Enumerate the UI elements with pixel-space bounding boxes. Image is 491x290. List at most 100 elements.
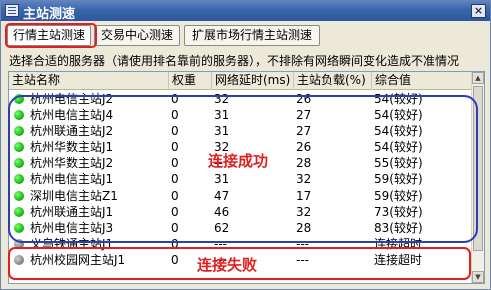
load-cell: 26 xyxy=(296,140,312,155)
status-green-icon xyxy=(14,190,24,201)
server-name-cell: 杭州电信主站J3 xyxy=(14,220,166,236)
window-icon xyxy=(5,4,19,17)
server-name: 杭州电信主站J1 xyxy=(30,172,114,187)
status-green-icon xyxy=(14,158,24,169)
weight-cell: 0 xyxy=(171,92,179,106)
title-bar: 主站测速 × xyxy=(1,1,490,22)
server-name-cell: 杭州华数主站J2 xyxy=(14,155,166,171)
scroll-down-arrow-icon[interactable]: ▼ xyxy=(472,271,484,283)
list-header: 主站名称 权重 网络延时(ms) 主站负载(%) 综合值 xyxy=(9,72,472,90)
rating-cell: 连接超时 xyxy=(374,236,423,251)
table-row[interactable]: 义乌铁通主站J1 0 --- --- 连接超时 xyxy=(9,236,472,252)
weight-cell: 0 xyxy=(171,140,179,155)
status-green-icon xyxy=(14,94,24,104)
delay-cell: 32 xyxy=(214,92,230,106)
table-row[interactable]: 杭州联通主站J2 0 31 27 54(较好) xyxy=(9,123,472,139)
column-header-rating[interactable]: 综合值 xyxy=(372,72,472,90)
server-name: 杭州校园网主站J1 xyxy=(30,252,126,267)
server-name-cell: 深圳电信主站Z1 xyxy=(14,188,166,204)
status-green-icon xyxy=(14,206,24,217)
rating-cell: 54(较好) xyxy=(374,140,423,155)
table-row[interactable]: 杭州联通主站J1 0 46 32 73(较好) xyxy=(9,204,472,220)
weight-cell: 0 xyxy=(171,108,179,123)
server-name-cell: 杭州联通主站J1 xyxy=(14,204,166,220)
column-header-delay[interactable]: 网络延时(ms) xyxy=(212,72,294,90)
rating-cell: 54(较好) xyxy=(374,108,423,123)
load-cell: 27 xyxy=(296,124,312,139)
table-row[interactable]: 杭州电信主站J2 0 32 26 54(较好) xyxy=(9,91,472,107)
column-header-load[interactable]: 主站负载(%) xyxy=(294,72,372,90)
status-green-icon xyxy=(14,110,24,121)
table-row[interactable]: 杭州电信主站J3 0 62 28 83(较好) xyxy=(9,220,472,236)
window-title: 主站测速 xyxy=(23,7,76,22)
load-cell: --- xyxy=(296,236,309,251)
load-cell: 32 xyxy=(296,204,312,219)
scrollbar-thumb[interactable] xyxy=(473,86,483,251)
speed-test-window: 主站测速 × 行情主站测速 交易中心测速 扩展市场行情主站测速 选择合适的服务器… xyxy=(0,0,491,290)
delay-cell: --- xyxy=(214,236,227,251)
delay-cell: 31 xyxy=(214,172,230,187)
delay-cell: 31 xyxy=(214,108,230,123)
status-green-icon xyxy=(14,142,24,153)
server-name-cell: 杭州联通主站J2 xyxy=(14,123,166,139)
tab-trading-center-speed[interactable]: 交易中心测速 xyxy=(94,25,180,46)
scroll-up-arrow-icon[interactable]: ▲ xyxy=(472,72,484,84)
server-name: 杭州联通主站J2 xyxy=(30,124,114,139)
vertical-scrollbar[interactable]: ▲ ▼ xyxy=(471,72,484,283)
rating-cell: 连接超时 xyxy=(374,252,423,267)
weight-cell: 0 xyxy=(171,220,179,235)
load-cell: 32 xyxy=(296,172,312,187)
load-cell: 17 xyxy=(296,188,312,203)
weight-cell: 0 xyxy=(171,204,179,219)
load-cell: --- xyxy=(296,252,309,267)
delay-cell: 46 xyxy=(214,204,230,219)
server-name: 义乌铁通主站J1 xyxy=(30,236,114,251)
load-cell: 27 xyxy=(296,108,312,123)
column-header-weight[interactable]: 权重 xyxy=(169,72,212,90)
rating-cell: 54(较好) xyxy=(374,92,423,106)
table-row[interactable]: 深圳电信主站Z1 0 47 17 59(较好) xyxy=(9,188,472,204)
status-green-icon xyxy=(14,126,24,137)
status-gray-icon xyxy=(14,254,24,265)
server-name: 杭州电信主站J4 xyxy=(30,108,114,123)
server-name-cell: 杭州校园网主站J1 xyxy=(14,252,166,268)
rating-cell: 59(较好) xyxy=(374,172,423,187)
load-cell: 26 xyxy=(296,92,312,106)
rating-cell: 55(较好) xyxy=(374,156,423,171)
status-gray-icon xyxy=(14,238,24,249)
column-header-name[interactable]: 主站名称 xyxy=(9,72,169,90)
table-row[interactable]: 杭州电信主站J4 0 31 27 54(较好) xyxy=(9,107,472,123)
server-name-cell: 义乌铁通主站J1 xyxy=(14,236,166,252)
rating-cell: 73(较好) xyxy=(374,204,423,219)
tab-quote-server-speed[interactable]: 行情主站测速 xyxy=(7,25,91,46)
weight-cell: 0 xyxy=(171,236,179,251)
status-green-icon xyxy=(14,174,24,185)
rating-cell: 83(较好) xyxy=(374,220,423,235)
annotation-failure: 连接失败 xyxy=(197,256,258,274)
load-cell: 28 xyxy=(296,220,312,235)
server-list[interactable]: 主站名称 权重 网络延时(ms) 主站负载(%) 综合值 杭州电信主站J2 0 … xyxy=(8,71,485,284)
server-name-cell: 杭州电信主站J2 xyxy=(14,91,166,107)
annotation-success: 连接成功 xyxy=(208,152,269,170)
weight-cell: 0 xyxy=(171,156,179,171)
weight-cell: 0 xyxy=(171,124,179,139)
close-button[interactable]: × xyxy=(471,4,486,18)
server-name: 杭州电信主站J2 xyxy=(30,92,114,106)
server-name: 杭州联通主站J1 xyxy=(30,204,114,219)
tab-extended-market-speed[interactable]: 扩展市场行情主站测速 xyxy=(184,25,320,46)
rating-cell: 59(较好) xyxy=(374,188,423,203)
status-green-icon xyxy=(14,222,24,233)
server-rows: 杭州电信主站J2 0 32 26 54(较好) 杭州电信主站J4 0 31 27… xyxy=(9,91,472,268)
server-name: 深圳电信主站Z1 xyxy=(30,188,118,203)
weight-cell: 0 xyxy=(171,172,179,187)
description-text: 选择合适的服务器（请使用排名靠前的服务器），不排除有网络瞬间变化造成不准情况 xyxy=(9,54,460,68)
server-name: 杭州华数主站J1 xyxy=(30,140,114,155)
delay-cell: 31 xyxy=(214,124,230,139)
load-cell: 28 xyxy=(296,156,312,171)
table-row[interactable]: 杭州电信主站J1 0 31 32 59(较好) xyxy=(9,171,472,187)
weight-cell: 0 xyxy=(171,188,179,203)
delay-cell: 62 xyxy=(214,220,230,235)
server-name-cell: 杭州电信主站J1 xyxy=(14,171,166,187)
server-name: 杭州电信主站J3 xyxy=(30,220,114,235)
delay-cell: 47 xyxy=(214,188,230,203)
